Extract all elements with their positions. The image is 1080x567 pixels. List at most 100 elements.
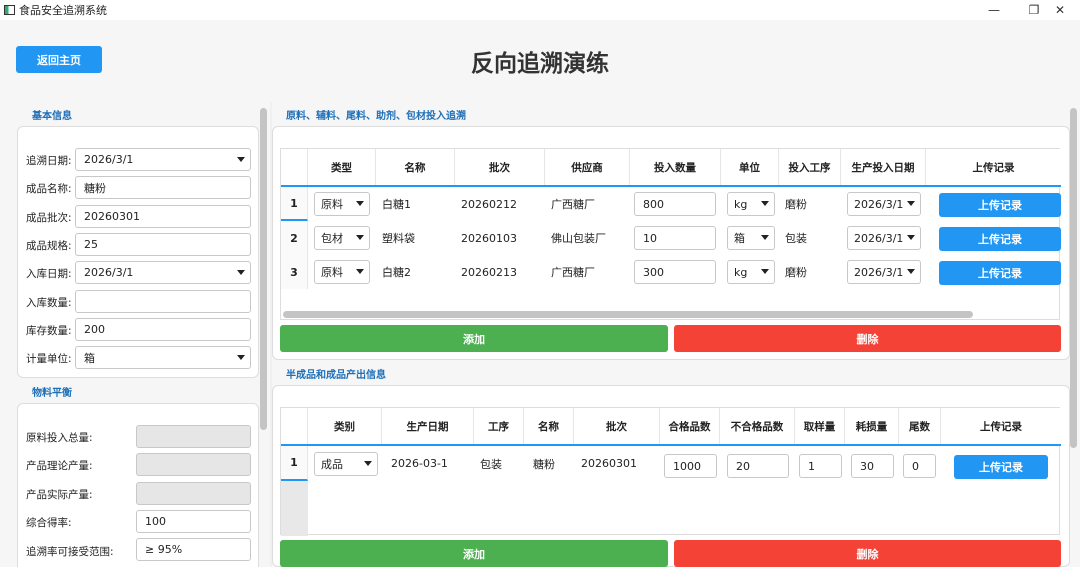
upload-record-button[interactable]: 上传记录 — [954, 455, 1048, 479]
name-cell[interactable]: 塑料袋 — [376, 221, 415, 255]
date-select[interactable]: 2026/3/1 — [847, 260, 921, 284]
col-upload[interactable]: 上传记录 — [941, 408, 1061, 444]
inputs-h-scrollbar[interactable] — [283, 311, 973, 318]
type-select[interactable]: 原料 — [314, 260, 370, 284]
stock-in-date-select[interactable]: 2026/3/1 — [75, 261, 251, 284]
delete-output-button[interactable]: 删除 — [674, 540, 1061, 567]
close-icon[interactable]: ✕ — [1040, 0, 1080, 20]
unqualified-input[interactable]: 20 — [727, 454, 789, 478]
type-select[interactable]: 原料 — [314, 192, 370, 216]
left-scrollbar[interactable] — [260, 108, 267, 430]
col-prod-date[interactable]: 生产日期 — [382, 408, 474, 444]
product-batch-field[interactable]: 20260301 — [75, 205, 251, 228]
qualified-input[interactable]: 1000 — [664, 454, 717, 478]
raw-total-label: 原料投入总量: — [26, 432, 93, 444]
batch-cell[interactable]: 20260301 — [575, 446, 637, 481]
chevron-down-icon — [356, 201, 364, 206]
col-qty[interactable]: 投入数量 — [630, 149, 721, 185]
col-unit[interactable]: 单位 — [721, 149, 779, 185]
tail-input[interactable]: 0 — [903, 454, 936, 478]
col-type[interactable]: 类型 — [308, 149, 376, 185]
actual-output-field — [136, 482, 251, 505]
col-name[interactable]: 名称 — [524, 408, 574, 444]
name-cell[interactable]: 白糖1 — [376, 187, 411, 221]
col-category[interactable]: 类别 — [308, 408, 382, 444]
stock-in-qty-field[interactable] — [75, 290, 251, 313]
chevron-down-icon — [907, 269, 915, 274]
chevron-down-icon — [237, 270, 245, 275]
col-upload[interactable]: 上传记录 — [926, 149, 1061, 185]
corner-cell — [281, 408, 308, 444]
output-table-header: 类别 生产日期 工序 名称 批次 合格品数 不合格品数 取样量 耗损量 尾数 上… — [281, 408, 1061, 446]
col-batch[interactable]: 批次 — [455, 149, 545, 185]
add-input-button[interactable]: 添加 — [280, 325, 668, 352]
col-tail[interactable]: 尾数 — [899, 408, 941, 444]
category-select[interactable]: 成品 — [314, 452, 378, 476]
upload-record-button[interactable]: 上传记录 — [939, 261, 1061, 285]
col-batch[interactable]: 批次 — [574, 408, 660, 444]
loss-input[interactable]: 30 — [851, 454, 894, 478]
unit-select[interactable]: kg — [727, 192, 775, 216]
name-cell[interactable]: 白糖2 — [376, 255, 411, 289]
qty-input[interactable]: 10 — [634, 226, 716, 250]
right-scrollbar[interactable] — [1070, 108, 1077, 448]
date-select[interactable]: 2026/3/1 — [847, 226, 921, 250]
unit-select[interactable]: kg — [727, 260, 775, 284]
add-output-button[interactable]: 添加 — [280, 540, 668, 567]
col-date[interactable]: 生产投入日期 — [841, 149, 926, 185]
col-process[interactable]: 工序 — [474, 408, 524, 444]
unit-select[interactable]: 箱 — [727, 226, 775, 250]
row-number[interactable]: 1 — [281, 187, 308, 221]
col-unqualified[interactable]: 不合格品数 — [720, 408, 795, 444]
batch-cell[interactable]: 20260212 — [455, 187, 517, 221]
trace-date-select[interactable]: 2026/3/1 — [75, 148, 251, 171]
process-cell[interactable]: 磨粉 — [779, 187, 807, 221]
upload-record-button[interactable]: 上传记录 — [939, 193, 1061, 217]
col-sample[interactable]: 取样量 — [795, 408, 845, 444]
name-cell[interactable]: 糖粉 — [527, 446, 555, 481]
supplier-cell[interactable]: 广西糖厂 — [545, 187, 595, 221]
qty-input[interactable]: 800 — [634, 192, 716, 216]
page-title: 反向追溯演练 — [471, 51, 609, 77]
type-select[interactable]: 包材 — [314, 226, 370, 250]
minimize-icon[interactable]: — — [972, 0, 1016, 20]
chevron-down-icon — [237, 355, 245, 360]
process-cell[interactable]: 包装 — [779, 221, 807, 255]
inventory-qty-field[interactable]: 200 — [75, 318, 251, 341]
material-balance-title: 物料平衡 — [32, 388, 72, 399]
col-supplier[interactable]: 供应商 — [545, 149, 630, 185]
output-section-title: 半成品和成品产出信息 — [286, 370, 386, 381]
inputs-section-title: 原料、辅料、尾料、助剂、包材投入追溯 — [286, 111, 466, 122]
trace-range-field[interactable]: ≥ 95% — [136, 538, 251, 561]
product-spec-field[interactable]: 25 — [75, 233, 251, 256]
stock-in-qty-label: 入库数量: — [26, 297, 72, 309]
process-cell[interactable]: 磨粉 — [779, 255, 807, 289]
output-table: 类别 生产日期 工序 名称 批次 合格品数 不合格品数 取样量 耗损量 尾数 上… — [280, 407, 1061, 536]
chevron-down-icon — [761, 201, 769, 206]
yield-rate-field[interactable]: 100 — [136, 510, 251, 533]
delete-input-button[interactable]: 删除 — [674, 325, 1061, 352]
qty-input[interactable]: 300 — [634, 260, 716, 284]
process-cell[interactable]: 包装 — [474, 446, 502, 481]
product-name-field[interactable]: 糖粉 — [75, 176, 251, 199]
upload-record-button[interactable]: 上传记录 — [939, 227, 1061, 251]
supplier-cell[interactable]: 佛山包装厂 — [545, 221, 606, 255]
supplier-cell[interactable]: 广西糖厂 — [545, 255, 595, 289]
trace-range-label: 追溯率可接受范围: — [26, 546, 114, 558]
batch-cell[interactable]: 20260103 — [455, 221, 517, 255]
chevron-down-icon — [364, 461, 372, 466]
window-titlebar: 食品安全追溯系统 — ❐ ✕ — [0, 0, 1080, 20]
prod-date-cell[interactable]: 2026-03-1 — [385, 446, 448, 481]
row-number[interactable]: 1 — [281, 446, 308, 481]
col-loss[interactable]: 耗损量 — [845, 408, 899, 444]
batch-cell[interactable]: 20260213 — [455, 255, 517, 289]
sample-input[interactable]: 1 — [799, 454, 842, 478]
col-name[interactable]: 名称 — [376, 149, 455, 185]
row-number[interactable]: 3 — [281, 255, 308, 289]
row-number[interactable]: 2 — [281, 221, 308, 255]
unit-select[interactable]: 箱 — [75, 346, 251, 369]
col-qualified[interactable]: 合格品数 — [660, 408, 720, 444]
date-value: 2026/3/1 — [854, 231, 904, 245]
date-select[interactable]: 2026/3/1 — [847, 192, 921, 216]
col-process[interactable]: 投入工序 — [779, 149, 841, 185]
